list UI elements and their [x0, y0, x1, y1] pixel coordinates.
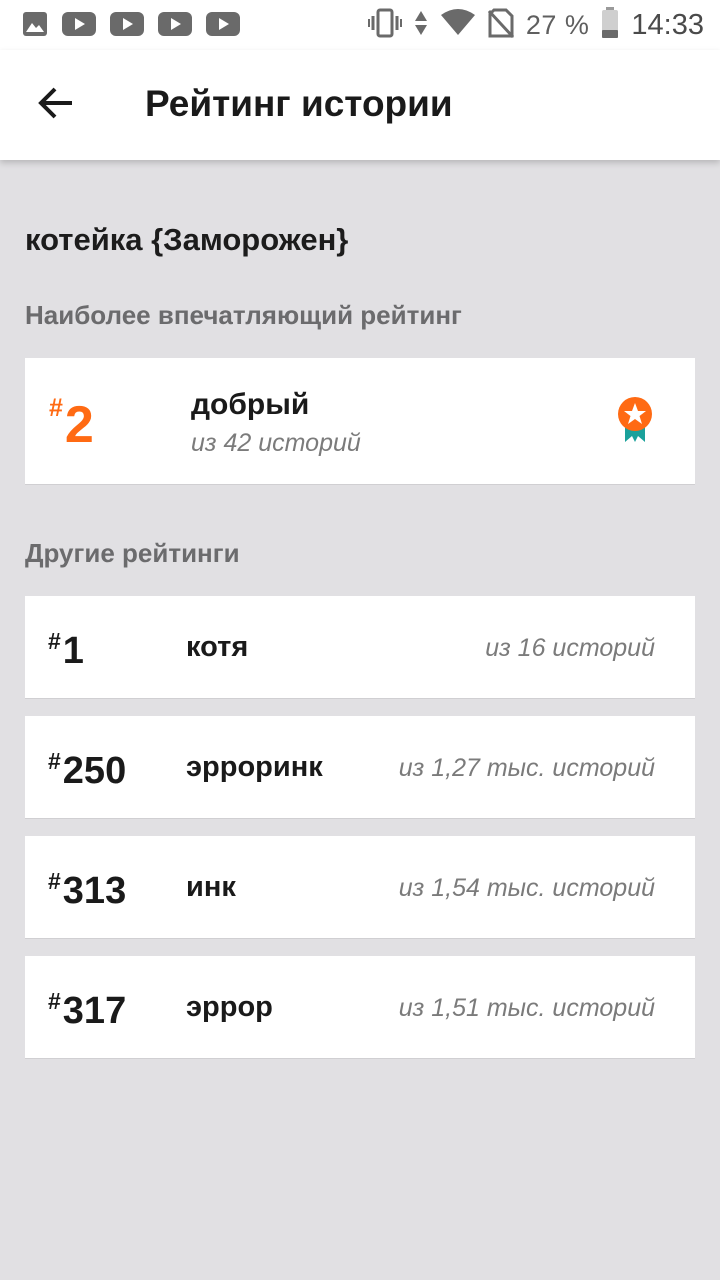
- rank-number: 1: [62, 630, 84, 672]
- ranking-tag: добрый: [191, 388, 310, 421]
- image-icon: [22, 11, 48, 42]
- clock: 14:33: [631, 8, 704, 41]
- ranking-count: из 1,51 тыс. историй: [398, 994, 655, 1022]
- vibrate-icon: [367, 8, 402, 43]
- youtube-icon: [62, 11, 96, 42]
- rank-hash: #: [48, 748, 61, 774]
- ranking-row[interactable]: # 317 эррор из 1,51 тыс. историй: [25, 956, 695, 1059]
- ranking-tag: котя: [186, 631, 249, 663]
- rank-hash: #: [48, 628, 61, 654]
- arrow-back-icon: [38, 87, 74, 124]
- status-bar: 27 % 14:33: [0, 0, 720, 50]
- ranking-tag: эрроринк: [186, 751, 323, 783]
- top-ranking-card[interactable]: # 2 добрый из 42 историй: [25, 358, 695, 485]
- battery-percent: 27 %: [525, 9, 590, 40]
- rank-value: # 317: [48, 986, 126, 1032]
- rank-value: # 250: [48, 746, 126, 792]
- rank-hash: #: [49, 394, 63, 422]
- system-status: 27 % 14:33: [356, 6, 704, 44]
- rank-value: # 313: [48, 866, 126, 912]
- rank-value: # 2: [49, 394, 94, 452]
- ranking-count: из 42 историй: [191, 429, 361, 457]
- ranking-row[interactable]: # 313 инк из 1,54 тыс. историй: [25, 836, 695, 939]
- youtube-icon: [110, 11, 144, 42]
- section-label-other: Другие рейтинги: [25, 538, 240, 568]
- app-bar: Рейтинг истории: [0, 50, 720, 160]
- wifi-icon: [440, 8, 476, 42]
- rank-number: 317: [62, 990, 127, 1032]
- story-title: котейка {Заморожен}: [25, 222, 349, 257]
- back-button[interactable]: [28, 77, 84, 133]
- ranking-count: из 16 историй: [485, 634, 655, 662]
- rank-number: 250: [62, 750, 127, 792]
- battery-icon: [601, 6, 619, 44]
- rank-hash: #: [48, 868, 61, 894]
- notification-icons: [22, 11, 254, 42]
- no-sim-icon: [487, 8, 514, 43]
- page-title: Рейтинг истории: [145, 83, 453, 124]
- rank-value: # 1: [48, 626, 84, 672]
- rank-hash: #: [48, 988, 61, 1014]
- rank-number: 313: [62, 870, 127, 912]
- ranking-count: из 1,27 тыс. историй: [398, 754, 655, 782]
- award-ribbon-icon: [615, 396, 655, 444]
- youtube-icon: [206, 11, 240, 42]
- youtube-icon: [158, 11, 192, 42]
- section-label-top: Наиболее впечатляющий рейтинг: [25, 300, 462, 330]
- ranking-count: из 1,54 тыс. историй: [398, 874, 655, 902]
- rank-number: 2: [64, 396, 94, 454]
- ranking-tag: инк: [186, 871, 236, 903]
- data-arrows-icon: [414, 9, 428, 42]
- ranking-row[interactable]: # 1 котя из 16 историй: [25, 596, 695, 699]
- ranking-row[interactable]: # 250 эрроринк из 1,27 тыс. историй: [25, 716, 695, 819]
- ranking-tag: эррор: [186, 991, 273, 1023]
